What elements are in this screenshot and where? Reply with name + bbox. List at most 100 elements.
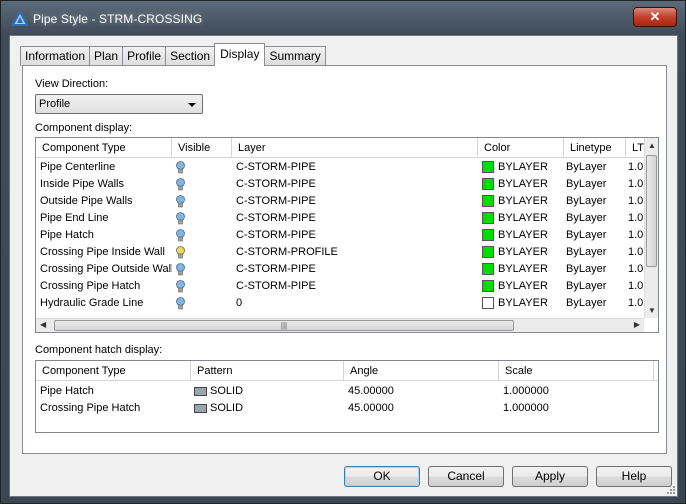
table-row[interactable]: Outside Pipe Walls C-STORM-PIPE BYLAYER ByL… [36,193,646,210]
civil3d-app-icon [11,10,29,26]
table-row[interactable]: Pipe Centerline C-STORM-PIPE BYLAYER ByLaye… [36,159,646,176]
column-header[interactable]: Angle [344,361,499,381]
component-type-cell: Pipe Centerline [40,161,116,173]
column-header[interactable]: Component Type [36,361,191,381]
table-row[interactable]: Crossing Pipe Inside Wall C-STORM-PROFILE… [36,244,646,261]
table-row[interactable]: Crossing Pipe Hatch SOLID 45.00000 1.000000 [36,400,658,417]
tab-summary[interactable]: Summary [264,46,326,66]
pattern-swatch [194,404,207,413]
angle-cell: 45.00000 [348,402,394,414]
lightbulb-icon[interactable] [176,297,185,310]
table-row[interactable]: Pipe End Line C-STORM-PIPE BYLAYER ByLayer 1… [36,210,646,227]
component-hatch-grid[interactable]: Component Type Pattern Angle Scale Pipe Hat… [35,360,659,433]
color-cell: BYLAYER [498,297,548,309]
component-display-vscroll[interactable]: ▲ ▼ [644,138,658,318]
pattern-cell: SOLID [210,385,244,397]
lightbulb-icon[interactable] [176,161,185,174]
scroll-up-icon[interactable]: ▲ [648,141,656,151]
help-button[interactable]: Help [596,466,672,487]
lightbulb-icon[interactable] [176,178,185,191]
color-cell: BYLAYER [498,246,548,258]
component-display-grid[interactable]: Component Type Visible Layer Color Linetype L… [35,137,659,333]
close-button[interactable]: ✕ [633,7,677,27]
component-type-cell: Crossing Pipe Inside Wall [40,246,165,258]
color-swatch [482,212,494,224]
layer-cell: C-STORM-PIPE [236,280,316,292]
lightbulb-icon[interactable] [176,229,185,242]
color-swatch [482,178,494,190]
component-type-cell: Pipe Hatch [40,385,94,397]
tab-plan[interactable]: Plan [89,46,124,66]
linetype-cell: ByLayer [566,195,607,207]
component-type-cell: Crossing Pipe Hatch [40,280,141,292]
tab-section[interactable]: Section [165,46,216,66]
resize-grip-icon[interactable] [665,484,675,494]
scroll-down-icon[interactable]: ▼ [648,306,656,316]
linetype-cell: ByLayer [566,297,607,309]
display-tab-panel: View Direction: Profile Component displa… [22,65,667,454]
component-hatch-display-label: Component hatch display: [35,344,163,356]
linetype-cell: ByLayer [566,246,607,258]
color-swatch [482,263,494,275]
lightbulb-icon[interactable] [176,212,185,225]
linetype-cell: ByLayer [566,280,607,292]
table-row[interactable]: Crossing Pipe Hatch C-STORM-PIPE BYLAYER By… [36,278,646,295]
lightbulb-icon[interactable] [176,246,185,259]
component-type-cell: Crossing Pipe Outside Wall [40,263,172,275]
layer-cell: C-STORM-PIPE [236,178,316,190]
view-direction-value: Profile [39,98,71,110]
scroll-thumb[interactable]: ||| [54,320,514,331]
scale-cell: 1.000000 [503,402,549,414]
tab-strip: Information Plan Profile Section Display Summ… [20,43,326,66]
table-row[interactable]: Hydraulic Grade Line 0 BYLAYER ByLayer 1.0 [36,295,646,312]
apply-button[interactable]: Apply [512,466,588,487]
cancel-button[interactable]: Cancel [428,466,504,487]
lightbulb-icon[interactable] [176,263,185,276]
linetype-cell: ByLayer [566,263,607,275]
table-row[interactable]: Inside Pipe Walls C-STORM-PIPE BYLAYER ByLa… [36,176,646,193]
ok-button[interactable]: OK [344,466,420,487]
column-header[interactable]: Color [478,138,564,158]
view-direction-label: View Direction: [35,78,109,90]
column-header[interactable]: Linetype [564,138,626,158]
tab-display[interactable]: Display [214,43,266,66]
pipe-style-dialog: Pipe Style - STRM-CROSSING ✕ Information… [0,0,686,504]
table-row[interactable]: Pipe Hatch C-STORM-PIPE BYLAYER ByLayer 1.0 [36,227,646,244]
lightbulb-icon[interactable] [176,280,185,293]
tab-profile[interactable]: Profile [122,46,167,66]
scroll-right-icon[interactable]: ▶ [634,320,640,330]
column-header[interactable]: Visible [172,138,232,158]
scroll-left-icon[interactable]: ◀ [40,320,46,330]
window-title: Pipe Style - STRM-CROSSING [33,12,203,26]
linetype-cell: ByLayer [566,212,607,224]
column-header[interactable]: Pattern [191,361,344,381]
component-type-cell: Hydraulic Grade Line [40,297,144,309]
column-header[interactable]: Scale [499,361,654,381]
component-type-cell: Outside Pipe Walls [40,195,133,207]
component-type-cell: Crossing Pipe Hatch [40,402,141,414]
tab-information[interactable]: Information [20,46,91,66]
angle-cell: 45.00000 [348,385,394,397]
component-type-cell: Inside Pipe Walls [40,178,124,190]
view-direction-dropdown[interactable]: Profile [35,94,203,114]
layer-cell: C-STORM-PROFILE [236,246,338,258]
linetype-cell: ByLayer [566,229,607,241]
color-cell: BYLAYER [498,212,548,224]
column-header[interactable]: Layer [232,138,478,158]
lightbulb-icon[interactable] [176,195,185,208]
component-hatch-header: Component Type Pattern Angle Scale [36,361,658,381]
table-row[interactable]: Crossing Pipe Outside Wall C-STORM-PIPE BY… [36,261,646,278]
layer-cell: C-STORM-PIPE [236,161,316,173]
dialog-body: Information Plan Profile Section Display Summ… [9,35,678,497]
component-type-cell: Pipe Hatch [40,229,94,241]
table-row[interactable]: Pipe Hatch SOLID 45.00000 1.000000 [36,383,658,400]
title-bar[interactable]: Pipe Style - STRM-CROSSING ✕ [1,1,685,35]
component-display-hscroll[interactable]: ◀ ||| ▶ [36,318,644,332]
component-display-header: Component Type Visible Layer Color Linetype L… [36,138,656,158]
linetype-cell: ByLayer [566,161,607,173]
column-header[interactable]: Component Type [36,138,172,158]
color-swatch [482,246,494,258]
pattern-swatch [194,387,207,396]
scroll-thumb[interactable] [646,155,657,267]
layer-cell: C-STORM-PIPE [236,195,316,207]
